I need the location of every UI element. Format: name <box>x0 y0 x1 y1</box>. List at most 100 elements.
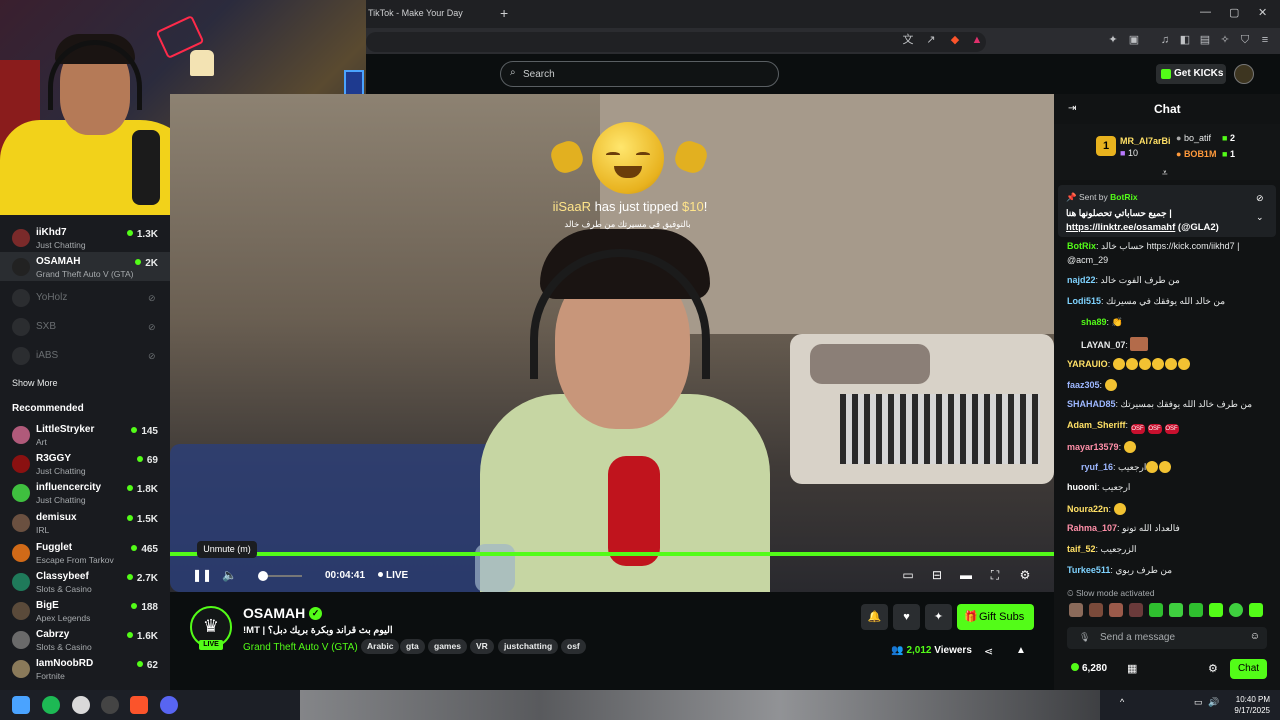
chat-message: Adam_Sheriff: OSF OSF OSF <box>1067 420 1179 434</box>
share-icon[interactable]: ↗ <box>924 33 938 47</box>
show-more-link[interactable]: Show More <box>12 378 58 388</box>
user-avatar[interactable] <box>1234 64 1254 84</box>
obs-icon[interactable] <box>72 696 90 714</box>
sidebar-item-yoholz[interactable]: YoHolz ⊘ <box>0 285 170 314</box>
collapse-chat-icon[interactable]: ⇥ <box>1068 103 1076 114</box>
tag-vr[interactable]: VR <box>470 639 494 654</box>
leaderboard-toggle-icon[interactable]: ⩡ <box>1162 168 1168 179</box>
app-icon[interactable] <box>101 696 119 714</box>
viewer-count: 465 <box>131 544 158 555</box>
kicks-balance[interactable]: 6,280 <box>1071 663 1107 674</box>
reader-icon[interactable]: ▣ <box>1127 33 1141 47</box>
gift-subs-button[interactable]: 🎁 Gift Subs <box>957 604 1034 630</box>
chat-settings-gear-icon[interactable]: ⚙ <box>1208 662 1218 675</box>
clip-icon[interactable]: ⊟ <box>930 568 944 582</box>
sidebar-item-iabs[interactable]: iABS ⊘ <box>0 343 170 372</box>
emote-icon[interactable] <box>1129 603 1143 617</box>
sidebar-item-demisux[interactable]: demisux IRL 1.5K <box>0 508 170 537</box>
media-icon[interactable]: ♫ <box>1158 33 1172 47</box>
emote-icon[interactable] <box>1169 603 1183 617</box>
search-input[interactable]: ⌕ Search <box>500 61 779 87</box>
channel-name: demisux <box>36 512 77 523</box>
pause-icon[interactable]: ❚❚ <box>192 568 212 582</box>
taskbar-clock[interactable]: 10:40 PM 9/17/2025 <box>1222 694 1270 716</box>
address-bar[interactable] <box>366 32 986 52</box>
report-icon[interactable]: ▲ <box>1016 645 1026 656</box>
sidebar-item-littlestryker[interactable]: LittleStryker Art 145 <box>0 420 170 449</box>
discord-icon[interactable] <box>160 696 178 714</box>
share-icon[interactable]: ⋖ <box>984 645 993 658</box>
network-icon[interactable]: ▭ <box>1194 697 1203 708</box>
sidebar-item-cabrzy[interactable]: Cabrzy Slots & Casino 1.6K <box>0 625 170 654</box>
progress-bar[interactable] <box>170 552 1054 556</box>
leo-icon[interactable]: ✧ <box>1218 33 1232 47</box>
close-window-button[interactable]: ✕ <box>1258 6 1267 19</box>
sparkle-icon[interactable]: ✦ <box>925 604 952 630</box>
pip-icon[interactable]: ▭ <box>901 568 915 582</box>
pinned-link[interactable]: https://linktr.ee/osamahf (@GLA2) <box>1066 222 1219 233</box>
volume-track[interactable] <box>262 575 302 577</box>
search-placeholder: Search <box>523 69 555 80</box>
sidebar-item-classybeef[interactable]: Classybeef Slots & Casino 2.7K <box>0 567 170 596</box>
unpin-icon[interactable]: ⊘ <box>1256 193 1264 204</box>
emoji-picker-icon[interactable]: ☺ <box>1250 631 1260 642</box>
fullscreen-icon[interactable]: ⛶ <box>988 568 1002 582</box>
emote-icon[interactable] <box>1109 603 1123 617</box>
translate-icon[interactable]: 文 <box>901 33 915 47</box>
send-message-input[interactable]: 🎙 Send a message ☺ <box>1067 627 1267 649</box>
sidebar-item-bige[interactable]: BigE Apex Legends 188 <box>0 596 170 625</box>
minimize-button[interactable]: — <box>1200 6 1211 18</box>
leader-second-count: ■ 2 <box>1222 133 1235 143</box>
pinned-text: جميع حساباتي تحصلونها هنا | <box>1066 208 1172 218</box>
brave-icon[interactable] <box>130 696 148 714</box>
store-icon[interactable]: ▦ <box>1127 662 1137 675</box>
emote-icon[interactable] <box>1089 603 1103 617</box>
sidebar-item-influencercity[interactable]: influencercity Just Chatting 1.8K <box>0 478 170 507</box>
maximize-button[interactable]: ▢ <box>1229 6 1239 19</box>
emote-icon[interactable] <box>1209 603 1223 617</box>
expand-pinned-icon[interactable]: ⌄ <box>1256 212 1264 223</box>
brave-shield-icon[interactable]: ◆ <box>948 33 962 47</box>
new-tab-button[interactable]: + <box>500 5 508 21</box>
spotify-icon[interactable] <box>42 696 60 714</box>
get-kicks-button[interactable]: Get KICKs <box>1156 64 1226 84</box>
emote-icon[interactable] <box>1249 603 1263 617</box>
channel-category: Just Chatting <box>36 466 86 476</box>
sidebar-item-osamah[interactable]: OSAMAH Grand Theft Auto V (GTA) 2K <box>0 252 170 281</box>
start-icon[interactable] <box>12 696 30 714</box>
emote-icon[interactable] <box>1149 603 1163 617</box>
volume-slider-handle[interactable] <box>258 571 268 581</box>
tag-games[interactable]: games <box>428 639 467 654</box>
tag-gta[interactable]: gta <box>400 639 425 654</box>
theater-mode-icon[interactable]: ▬ <box>959 568 973 582</box>
tray-chevron-icon[interactable]: ^ <box>1120 697 1124 707</box>
chat-send-button[interactable]: Chat <box>1230 659 1267 679</box>
follow-heart-icon[interactable]: ♥ <box>893 604 920 630</box>
tag-arabic[interactable]: Arabic <box>361 639 400 654</box>
stream-time: 00:04:41 <box>325 570 366 581</box>
sidebar-item-iamnoobrd[interactable]: IamNoobRD Fortnite 62 <box>0 654 170 683</box>
stream-category-link[interactable]: Grand Theft Auto V (GTA) <box>243 642 358 653</box>
volume-icon[interactable]: 🔊 <box>1208 697 1219 708</box>
mute-icon[interactable]: 🔈 <box>222 568 237 582</box>
sidebar-item-sxb[interactable]: SXB ⊘ <box>0 314 170 343</box>
sidebar-item-fugglet[interactable]: Fugglet Escape From Tarkov 465 <box>0 538 170 567</box>
emote-icon[interactable] <box>1229 603 1243 617</box>
notification-bell-icon[interactable]: 🔔 <box>861 604 888 630</box>
settings-gear-icon[interactable]: ⚙ <box>1018 568 1032 582</box>
sidebar-icon[interactable]: ◧ <box>1178 33 1192 47</box>
menu-icon[interactable]: ≡ <box>1258 33 1272 47</box>
emote-icon[interactable] <box>1069 603 1083 617</box>
tag-justchatting[interactable]: justchatting <box>498 639 559 654</box>
sidebar-item-iikhd7[interactable]: iiKhd7 Just Chatting 1.3K <box>0 223 170 252</box>
extensions-icon[interactable]: ✦ <box>1106 33 1120 47</box>
vpn-icon[interactable]: ⛉ <box>1238 33 1252 47</box>
sidebar-item-r3ggy[interactable]: R3GGY Just Chatting 69 <box>0 449 170 478</box>
wallet-icon[interactable]: ▤ <box>1198 33 1212 47</box>
brave-rewards-icon[interactable]: ▲ <box>970 33 984 47</box>
tag-osf[interactable]: osf <box>561 639 586 654</box>
channel-category: Escape From Tarkov <box>36 555 114 565</box>
browser-tab-title[interactable]: TikTok - Make Your Day <box>368 8 463 18</box>
emote-icon[interactable] <box>1189 603 1203 617</box>
channel-name[interactable]: OSAMAH <box>243 605 305 621</box>
